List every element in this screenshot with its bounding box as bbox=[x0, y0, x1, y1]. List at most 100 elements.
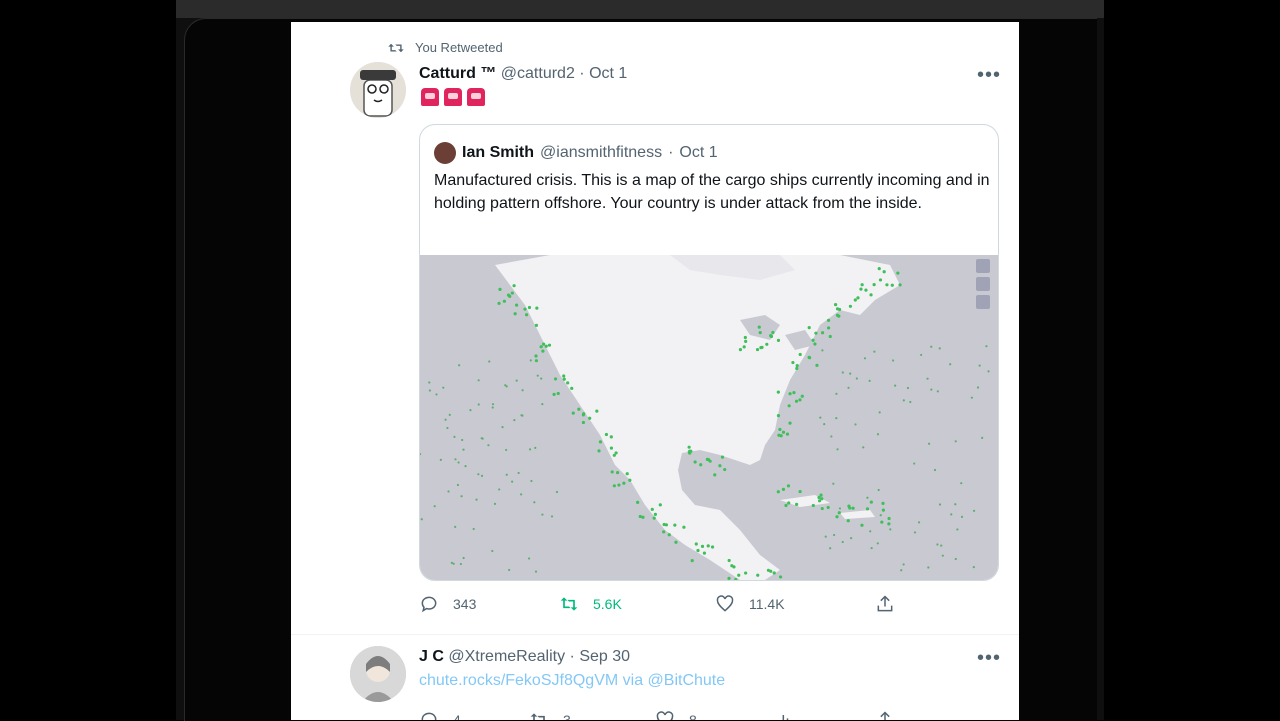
ship-marker bbox=[523, 307, 527, 311]
retweet-button[interactable]: 5.6K bbox=[559, 594, 622, 614]
ship-marker bbox=[889, 528, 892, 531]
dot-separator: · bbox=[579, 65, 585, 82]
ship-marker bbox=[448, 413, 451, 416]
views-button[interactable] bbox=[775, 710, 795, 720]
tweet-header: J C @XtremeReality · Sep 30 bbox=[419, 648, 630, 666]
ship-marker bbox=[553, 377, 558, 381]
ship-marker bbox=[817, 495, 821, 500]
police-light-icon bbox=[467, 88, 485, 106]
tweet-link[interactable]: chute.rocks/FekoSJf8QgVM via @BitChute bbox=[419, 672, 725, 690]
ship-marker bbox=[873, 350, 876, 353]
ship-marker bbox=[662, 530, 666, 534]
ship-marker bbox=[527, 305, 532, 310]
tweet-body-emoji bbox=[421, 88, 485, 106]
ship-marker bbox=[458, 364, 461, 367]
ship-marker bbox=[778, 427, 782, 432]
more-options-icon[interactable]: ••• bbox=[977, 65, 1001, 85]
ship-marker bbox=[488, 360, 491, 363]
ship-marker bbox=[493, 502, 497, 505]
ship-marker bbox=[985, 345, 988, 348]
ship-marker bbox=[534, 359, 539, 363]
reply-button[interactable]: 4 bbox=[419, 710, 461, 720]
ship-marker bbox=[798, 398, 802, 402]
ship-marker bbox=[860, 283, 864, 287]
ship-marker bbox=[628, 478, 632, 482]
avatar[interactable] bbox=[434, 142, 456, 164]
share-button[interactable] bbox=[875, 594, 895, 614]
timeline-feed: You Retweeted Catturd ™ @catturd2 · Oct … bbox=[291, 22, 1019, 720]
ship-marker bbox=[960, 515, 964, 518]
tweet-action-bar: 4 3 8 bbox=[419, 710, 919, 720]
ship-marker bbox=[771, 330, 775, 335]
ship-marker bbox=[658, 503, 662, 507]
ship-marker bbox=[885, 283, 889, 287]
ship-marker bbox=[505, 448, 508, 452]
reply-icon bbox=[421, 596, 437, 613]
ship-marker bbox=[880, 520, 884, 524]
ship-marker bbox=[459, 562, 462, 566]
author-name[interactable]: Catturd ™ bbox=[419, 65, 496, 82]
ship-marker bbox=[744, 339, 748, 343]
ship-marker bbox=[506, 293, 511, 297]
ship-marker bbox=[798, 489, 802, 494]
author-name[interactable]: J C bbox=[419, 648, 444, 665]
ship-marker bbox=[497, 301, 501, 305]
ship-marker bbox=[534, 570, 538, 573]
quoted-author-name[interactable]: Ian Smith bbox=[462, 144, 534, 162]
like-count: 11.4K bbox=[749, 596, 785, 612]
share-button[interactable] bbox=[875, 710, 895, 720]
ship-marker bbox=[653, 512, 657, 516]
ship-marker bbox=[755, 347, 760, 352]
like-button[interactable]: 8 bbox=[655, 710, 697, 720]
ship-marker bbox=[854, 423, 857, 426]
ship-marker bbox=[856, 296, 860, 300]
ship-marker bbox=[480, 474, 484, 477]
ship-marker bbox=[609, 446, 614, 450]
ship-marker bbox=[477, 473, 480, 476]
ship-marker bbox=[511, 480, 514, 483]
ship-marker bbox=[540, 377, 543, 380]
ship-marker bbox=[917, 521, 921, 524]
ship-marker bbox=[718, 464, 722, 468]
cargo-ship-map-image[interactable] bbox=[420, 255, 998, 580]
ship-marker bbox=[815, 363, 819, 367]
ship-marker bbox=[787, 501, 791, 505]
author-handle[interactable]: @XtremeReality bbox=[448, 648, 565, 665]
ship-marker bbox=[813, 342, 817, 346]
like-button[interactable]: 11.4K bbox=[715, 594, 785, 614]
ship-marker bbox=[779, 434, 783, 438]
ship-marker bbox=[521, 389, 524, 392]
avatar[interactable] bbox=[350, 646, 406, 702]
avatar[interactable] bbox=[350, 62, 406, 118]
quoted-tweet[interactable]: Ian Smith @iansmithfitness · Oct 1 Manuf… bbox=[419, 124, 999, 581]
ship-marker bbox=[517, 471, 520, 475]
ship-marker bbox=[776, 338, 781, 342]
ship-marker bbox=[881, 508, 885, 512]
quoted-tweet-date[interactable]: Oct 1 bbox=[679, 144, 717, 162]
ship-marker bbox=[926, 377, 929, 380]
reply-button[interactable]: 343 bbox=[419, 594, 476, 614]
more-options-icon[interactable]: ••• bbox=[977, 648, 1001, 668]
retweet-button[interactable]: 3 bbox=[529, 710, 571, 720]
quoted-author-handle[interactable]: @iansmithfitness bbox=[540, 144, 662, 162]
ship-marker bbox=[878, 278, 883, 282]
ship-marker bbox=[877, 488, 880, 492]
ship-marker bbox=[454, 525, 457, 528]
ship-marker bbox=[784, 503, 788, 508]
ship-marker bbox=[673, 523, 677, 527]
police-light-icon bbox=[421, 88, 439, 106]
ship-marker bbox=[439, 458, 442, 461]
quoted-tweet-text: Manufactured crisis. This is a map of th… bbox=[434, 172, 990, 212]
tweet-date[interactable]: Oct 1 bbox=[589, 65, 627, 82]
author-handle[interactable]: @catturd2 bbox=[501, 65, 575, 82]
ship-marker bbox=[742, 345, 746, 349]
tweet-date[interactable]: Sep 30 bbox=[579, 648, 630, 665]
ship-marker bbox=[930, 388, 933, 391]
ship-marker bbox=[876, 433, 880, 436]
ship-marker bbox=[778, 575, 783, 579]
ship-marker bbox=[690, 559, 694, 563]
ship-marker bbox=[702, 551, 707, 555]
ship-marker bbox=[491, 549, 494, 553]
ship-marker bbox=[872, 283, 876, 287]
share-icon bbox=[877, 595, 893, 612]
